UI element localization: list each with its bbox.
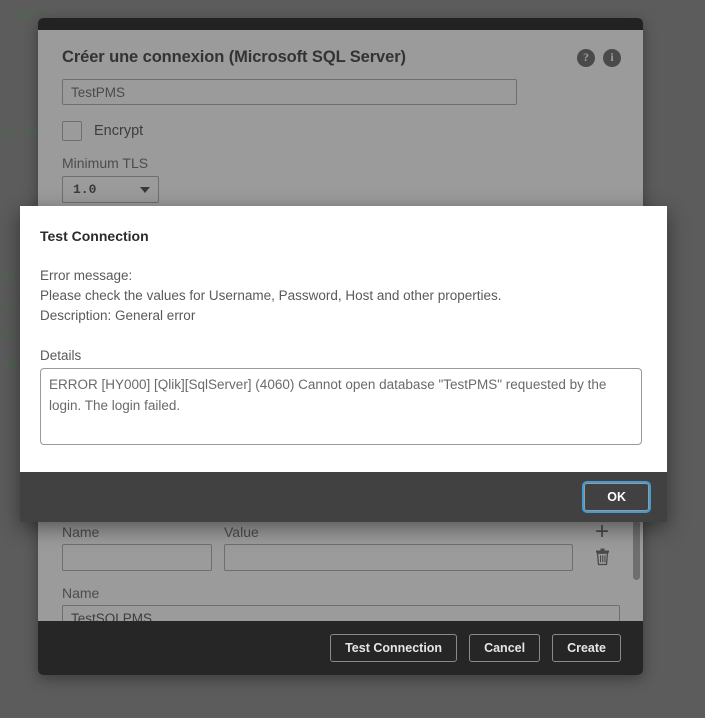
minimum-tls-select[interactable]: 1.0 [62, 176, 159, 203]
minimum-tls-label: Minimum TLS [62, 155, 149, 171]
encrypt-checkbox[interactable] [62, 121, 82, 141]
value-column-header: Value [224, 524, 259, 540]
test-connection-button[interactable]: Test Connection [330, 634, 458, 662]
encrypt-label: Encrypt [94, 123, 144, 139]
connection-name-input[interactable] [62, 605, 620, 621]
trash-icon[interactable] [595, 548, 610, 566]
error-heading: Error message: [40, 268, 133, 283]
property-value-input[interactable] [224, 544, 573, 571]
test-connection-modal: Test Connection Error message: Please ch… [20, 206, 667, 522]
name-value-grid: Name Value + [62, 520, 619, 571]
add-property-button[interactable]: + [585, 520, 619, 544]
test-connection-title: Test Connection [40, 228, 149, 244]
property-name-input[interactable] [62, 544, 212, 571]
create-connection-footer: Test Connection Cancel Create [38, 621, 643, 675]
encrypt-row: Encrypt [62, 121, 619, 141]
form-scrollbar-thumb[interactable] [633, 520, 640, 580]
help-icon[interactable]: ? [577, 48, 595, 67]
details-textarea[interactable] [40, 368, 642, 445]
details-label: Details [40, 348, 82, 363]
test-connection-content: Test Connection Error message: Please ch… [20, 206, 667, 472]
connection-fields: Encrypt Minimum TLS 1.0 [38, 71, 643, 203]
connection-name-block: Name [62, 585, 620, 621]
connection-properties-section: Name Value + Name [38, 510, 643, 621]
test-connection-footer: OK [20, 472, 667, 522]
create-button[interactable]: Create [552, 634, 621, 662]
cancel-button[interactable]: Cancel [469, 634, 541, 662]
dialog-titlebar-strip [38, 18, 643, 30]
name-column-header: Name [62, 524, 100, 540]
error-message-line-1: Please check the values for Username, Pa… [40, 288, 502, 303]
minimum-tls-value: 1.0 [73, 182, 97, 197]
ok-button[interactable]: OK [584, 483, 649, 511]
connection-name-label: Name [62, 585, 100, 601]
create-connection-header: Créer une connexion (Microsoft SQL Serve… [38, 30, 643, 71]
error-message-line-2: Description: General error [40, 308, 196, 323]
header-icon-group: ? i [577, 48, 621, 67]
form-scrollbar[interactable] [633, 510, 640, 621]
chevron-down-icon [140, 186, 150, 193]
info-icon[interactable]: i [603, 48, 621, 67]
page-title: Créer une connexion (Microsoft SQL Serve… [62, 48, 406, 66]
database-input[interactable] [62, 79, 517, 105]
